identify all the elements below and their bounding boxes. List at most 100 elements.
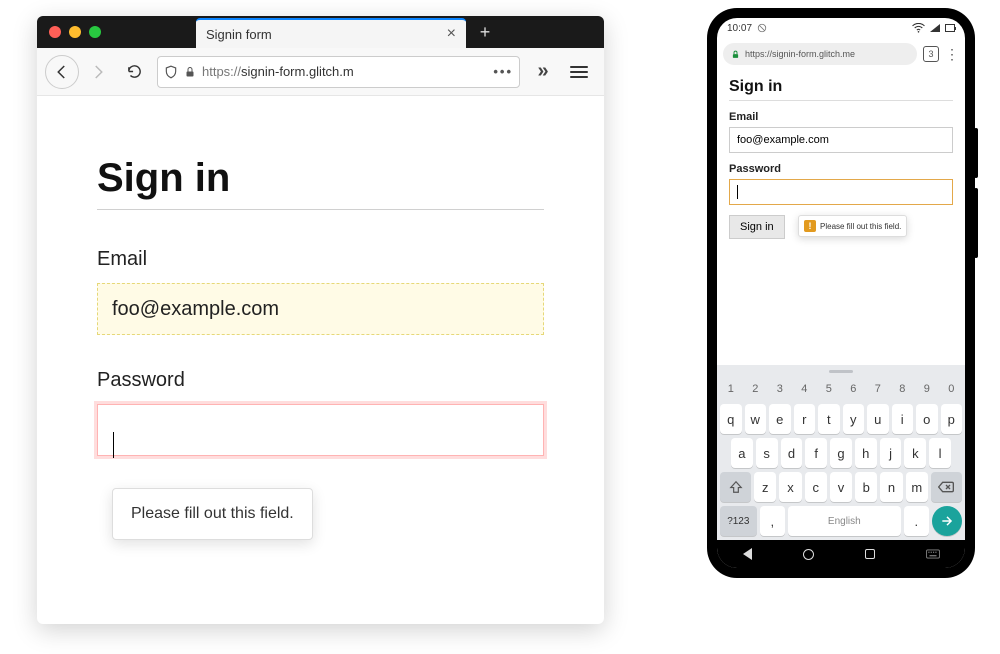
key-z[interactable]: z [754, 472, 776, 502]
key-2[interactable]: 2 [745, 378, 767, 400]
key-g[interactable]: g [830, 438, 852, 468]
browser-tab[interactable]: Signin form × [196, 18, 466, 48]
password-label: Password [729, 163, 953, 175]
url-text: https://signin-form.glitch.m [202, 64, 487, 79]
key-c[interactable]: c [805, 472, 827, 502]
key-u[interactable]: u [867, 404, 889, 434]
mobile-menu-button[interactable]: ⋮ [945, 46, 959, 63]
space-key[interactable]: English [788, 506, 901, 536]
desktop-browser-window: Signin form × + https://signin-form.glit… [37, 16, 604, 624]
wifi-icon [912, 23, 925, 33]
key-e[interactable]: e [769, 404, 791, 434]
key-d[interactable]: d [781, 438, 803, 468]
key-s[interactable]: s [756, 438, 778, 468]
mobile-url-text: https://signin-form.glitch.me [745, 49, 855, 59]
key-9[interactable]: 9 [916, 378, 938, 400]
no-sim-icon [757, 23, 767, 33]
tab-title: Signin form [206, 27, 272, 42]
period-key[interactable]: . [904, 506, 929, 536]
shift-key[interactable] [720, 472, 751, 502]
status-bar: 10:07 [717, 18, 965, 38]
key-7[interactable]: 7 [867, 378, 889, 400]
key-8[interactable]: 8 [892, 378, 914, 400]
new-tab-button[interactable]: + [472, 19, 498, 45]
enter-key[interactable] [932, 506, 962, 536]
email-label: Email [97, 248, 544, 271]
key-0[interactable]: 0 [941, 378, 963, 400]
nav-back-button[interactable] [743, 548, 752, 560]
email-field[interactable] [729, 127, 953, 153]
nav-recent-button[interactable] [865, 549, 875, 559]
volume-up-button[interactable] [974, 128, 978, 178]
overflow-button[interactable]: » [526, 55, 560, 89]
arrow-right-icon [940, 514, 954, 528]
keyboard-handle[interactable] [829, 370, 853, 373]
tracking-protection-icon[interactable] [164, 64, 178, 80]
keyboard-row-4: ?123 , English . [717, 504, 965, 538]
keyboard-row-2: asdfghjkl [717, 436, 965, 470]
keyboard-row-1: qwertyuiop [717, 402, 965, 436]
key-1[interactable]: 1 [720, 378, 742, 400]
key-5[interactable]: 5 [818, 378, 840, 400]
signin-button[interactable]: Sign in [729, 215, 785, 239]
key-t[interactable]: t [818, 404, 840, 434]
password-field[interactable] [729, 179, 953, 205]
reload-button[interactable] [117, 55, 151, 89]
nav-home-button[interactable] [803, 549, 814, 560]
key-m[interactable]: m [906, 472, 928, 502]
key-q[interactable]: q [720, 404, 742, 434]
key-k[interactable]: k [904, 438, 926, 468]
key-v[interactable]: v [830, 472, 852, 502]
arrow-right-icon [89, 63, 107, 81]
close-tab-icon[interactable]: × [447, 25, 456, 43]
key-f[interactable]: f [805, 438, 827, 468]
key-a[interactable]: a [731, 438, 753, 468]
key-n[interactable]: n [880, 472, 902, 502]
key-p[interactable]: p [941, 404, 963, 434]
browser-toolbar: https://signin-form.glitch.m ••• » [37, 48, 604, 96]
page-content: Sign in Email Password [37, 96, 604, 456]
lock-icon [731, 49, 740, 60]
backspace-icon [938, 481, 954, 493]
key-y[interactable]: y [843, 404, 865, 434]
address-bar[interactable]: https://signin-form.glitch.m ••• [157, 56, 520, 88]
maximize-window-button[interactable] [89, 26, 101, 38]
mobile-browser-toolbar: https://signin-form.glitch.me 3 ⋮ [717, 38, 965, 70]
android-nav-bar [717, 540, 965, 568]
key-l[interactable]: l [929, 438, 951, 468]
close-window-button[interactable] [49, 26, 61, 38]
password-field[interactable] [97, 404, 544, 456]
mobile-address-bar[interactable]: https://signin-form.glitch.me [723, 43, 917, 65]
text-cursor [113, 432, 114, 458]
tab-switcher-button[interactable]: 3 [923, 46, 939, 62]
on-screen-keyboard: 1234567890 qwertyuiop asdfghjkl zxcvbnm … [717, 365, 965, 540]
key-6[interactable]: 6 [843, 378, 865, 400]
email-field[interactable] [97, 283, 544, 335]
minimize-window-button[interactable] [69, 26, 81, 38]
page-actions-icon[interactable]: ••• [493, 64, 513, 79]
backspace-key[interactable] [931, 472, 962, 502]
keyboard-number-row: 1234567890 [717, 376, 965, 402]
comma-key[interactable]: , [760, 506, 785, 536]
key-r[interactable]: r [794, 404, 816, 434]
symbols-key[interactable]: ?123 [720, 506, 757, 536]
forward-button[interactable] [81, 55, 115, 89]
key-h[interactable]: h [855, 438, 877, 468]
key-o[interactable]: o [916, 404, 938, 434]
key-i[interactable]: i [892, 404, 914, 434]
mobile-page-content: Sign in Email Password Sign in [717, 70, 965, 239]
menu-button[interactable] [562, 55, 596, 89]
key-b[interactable]: b [855, 472, 877, 502]
volume-down-button[interactable] [974, 188, 978, 258]
key-4[interactable]: 4 [794, 378, 816, 400]
key-x[interactable]: x [779, 472, 801, 502]
key-3[interactable]: 3 [769, 378, 791, 400]
nav-keyboard-icon[interactable] [926, 549, 940, 559]
cellular-icon [930, 24, 940, 32]
phone-device: 10:07 https://signin-form.glitch.me 3 ⋮ … [707, 8, 975, 578]
key-j[interactable]: j [880, 438, 902, 468]
key-w[interactable]: w [745, 404, 767, 434]
warning-icon: ! [804, 220, 816, 232]
back-button[interactable] [45, 55, 79, 89]
lock-icon[interactable] [184, 65, 196, 79]
